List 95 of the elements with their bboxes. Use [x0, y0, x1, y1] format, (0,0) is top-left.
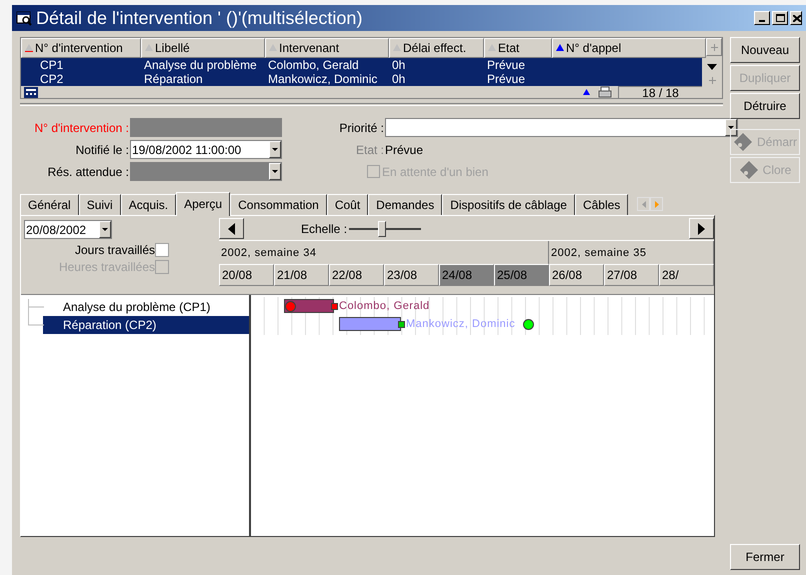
- left-arrow-icon: [642, 200, 646, 208]
- column-header[interactable]: Intervenant: [265, 38, 389, 58]
- tab[interactable]: Câbles: [574, 194, 628, 215]
- table-cell-text: Prévue: [486, 72, 526, 86]
- date-dropdown[interactable]: 19/08/2002 11:00:00: [130, 140, 282, 159]
- checkbox-label: Jours travaillés: [74, 242, 155, 258]
- dropdown-arrow-icon: [728, 126, 734, 129]
- field-label: Priorité :: [338, 120, 385, 136]
- window-title: Détail de l'intervention ' ()'(multisélection): [36, 6, 362, 30]
- priority-dropdown[interactable]: [385, 118, 738, 137]
- tab[interactable]: Général: [20, 194, 79, 215]
- calculator-icon: [24, 86, 38, 98]
- table-cell-text: 0h: [391, 72, 406, 86]
- tab[interactable]: Consommation: [230, 194, 327, 215]
- right-arrow-icon: [698, 222, 705, 234]
- add-column-button[interactable]: [706, 38, 722, 56]
- day-header: 26/08: [549, 264, 604, 286]
- right-arrow-icon: [654, 200, 659, 208]
- tree-lines-drawing: [28, 299, 44, 327]
- slider-thumb[interactable]: [378, 220, 386, 236]
- expected-result-dropdown[interactable]: [130, 162, 282, 181]
- action-button[interactable]: Nouveau: [730, 37, 800, 63]
- minimize-icon: [759, 20, 765, 22]
- table-cell-text: Mankowicz, Dominic: [267, 72, 378, 86]
- task-bar[interactable]: [339, 317, 401, 331]
- table-cell-text: CP2: [39, 72, 64, 86]
- printer-icon: [596, 86, 614, 98]
- dropdown-arrow-icon: [272, 170, 278, 173]
- dropdown-arrow-icon: [102, 228, 108, 231]
- column-header[interactable]: N° d'intervention: [21, 38, 141, 58]
- day-header: 27/08: [604, 264, 659, 286]
- date-value: 20/08/2002: [25, 222, 88, 238]
- field-label: N° d'intervention :: [34, 120, 130, 136]
- table-cell-text: Analyse du problème: [143, 58, 258, 72]
- assignee-label: Colombo, Gerald: [339, 299, 430, 313]
- minimize-button[interactable]: [754, 11, 770, 25]
- date-dropdown[interactable]: 20/08/2002: [24, 220, 112, 239]
- milestone-marker-icon: [523, 319, 534, 330]
- column-header[interactable]: N° d'appel: [552, 38, 706, 58]
- state-value: Prévue: [385, 142, 424, 158]
- maximize-button[interactable]: [772, 11, 788, 25]
- table-cell-text: Prévue: [486, 58, 526, 72]
- tab-scroll-left-button[interactable]: [637, 197, 650, 211]
- close-icon: [793, 14, 801, 22]
- column-header[interactable]: Etat: [484, 38, 552, 58]
- tab[interactable]: Suivi: [78, 194, 121, 215]
- field-label: Rés. attendue :: [46, 164, 130, 180]
- date-value: 19/08/2002 11:00:00: [131, 142, 242, 158]
- day-header: 21/08: [274, 264, 329, 286]
- close-dialog-button[interactable]: Fermer: [730, 544, 800, 570]
- assignee-label: Mankowicz, Dominic: [406, 317, 516, 331]
- up-arrow-icon: [583, 89, 590, 95]
- close-button[interactable]: [790, 11, 802, 25]
- field-label: Etat :: [354, 142, 385, 158]
- intervention-number-field[interactable]: [130, 118, 282, 137]
- plus-icon: [708, 77, 716, 84]
- task-item[interactable]: Analyse du problème (CP1): [63, 298, 249, 316]
- day-header: 20/08: [219, 264, 274, 286]
- day-header: 22/08: [329, 264, 384, 286]
- dropdown-arrow-icon: [272, 148, 278, 151]
- record-counter: 18 / 18: [618, 86, 702, 98]
- window-icon: [16, 10, 32, 26]
- tag-icon: [732, 132, 753, 152]
- tab[interactable]: Aperçu: [176, 192, 230, 216]
- day-header: 23/08: [384, 264, 439, 286]
- tab[interactable]: Dispositifs de câblage: [442, 194, 575, 215]
- field-label: Notifié le :: [74, 142, 130, 158]
- down-arrow-icon: [707, 64, 717, 70]
- table-cell-text: Colombo, Gerald: [267, 58, 360, 72]
- end-marker-icon: [398, 321, 405, 328]
- day-header: 25/08: [494, 264, 549, 286]
- table-cell-text: Réparation: [143, 72, 204, 86]
- grid-row[interactable]: CP1 Analyse du problème Colombo, Gerald 0h Prévue: [21, 58, 702, 72]
- day-header: 24/08: [439, 264, 494, 286]
- column-header[interactable]: Libellé: [141, 38, 265, 58]
- scale-label: Echelle :: [301, 220, 348, 238]
- checkbox[interactable]: [155, 242, 169, 256]
- scroll-left-button[interactable]: [219, 218, 244, 239]
- left-arrow-icon: [228, 222, 235, 234]
- plus-icon: [710, 44, 718, 50]
- tab[interactable]: Acquis.: [120, 194, 176, 215]
- tab[interactable]: Demandes: [368, 194, 442, 215]
- end-marker-icon: [331, 303, 338, 310]
- scroll-right-button[interactable]: [689, 218, 714, 239]
- grid-row[interactable]: CP2 Réparation Mankowicz, Dominic 0h Prévue: [21, 72, 702, 86]
- table-cell-text: CP1: [39, 58, 64, 72]
- tab[interactable]: Coût: [326, 194, 368, 215]
- column-header[interactable]: Délai effect.: [389, 38, 484, 58]
- tag-icon: [738, 160, 759, 180]
- task-item[interactable]: Réparation (CP2): [43, 316, 249, 334]
- maximize-icon: [776, 14, 784, 22]
- table-cell-text: 0h: [391, 58, 406, 72]
- action-button[interactable]: Détruire: [730, 93, 800, 119]
- day-header: 28/: [659, 264, 714, 286]
- scale-slider[interactable]: [349, 220, 422, 236]
